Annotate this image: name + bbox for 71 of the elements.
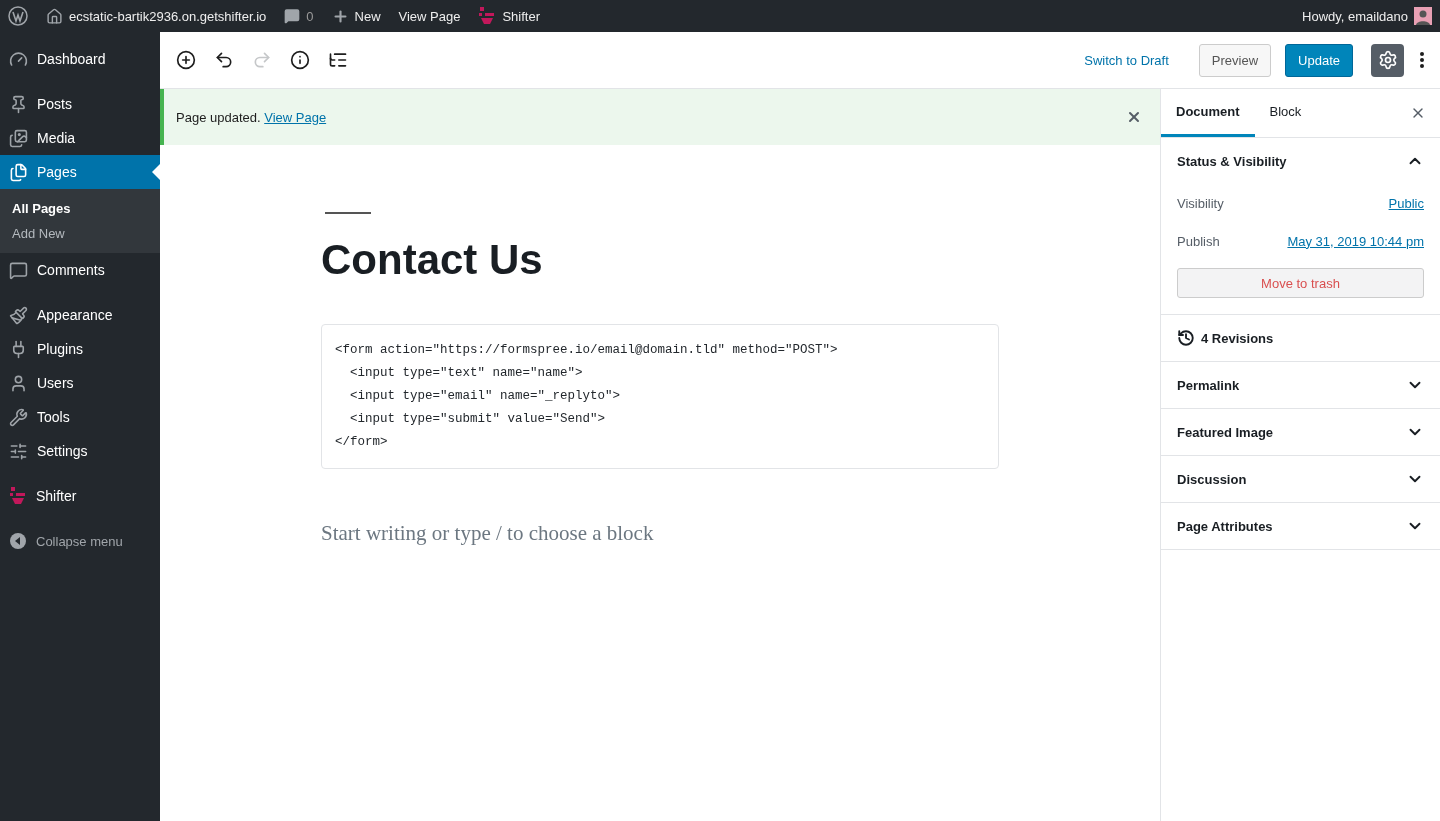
add-block-button[interactable]: [174, 48, 198, 72]
panel-header[interactable]: Discussion: [1177, 456, 1424, 502]
submenu-item[interactable]: Add New: [0, 221, 160, 246]
comments-count[interactable]: 0: [306, 8, 314, 24]
collapse-menu-button[interactable]: Collapse menu: [0, 524, 160, 558]
panel-header[interactable]: Featured Image: [1177, 409, 1424, 455]
settings-icon: [1377, 50, 1398, 70]
menu-item[interactable]: Appearance: [0, 298, 160, 332]
menu-item[interactable]: Pages: [0, 155, 160, 189]
sidebar-tab[interactable]: Block: [1254, 89, 1317, 137]
menu-item[interactable]: Posts: [0, 87, 160, 121]
close-icon: [1126, 109, 1142, 125]
info-icon: [290, 50, 310, 70]
shifter-logo-icon: [9, 486, 27, 506]
more-icon: [1420, 52, 1424, 68]
menu-item[interactable]: Plugins: [0, 332, 160, 366]
comment-icon: [284, 8, 301, 24]
menu-item[interactable]: Comments: [0, 253, 160, 287]
pages-icon: [9, 162, 28, 182]
menu-item[interactable]: Tools: [0, 400, 160, 434]
update-button[interactable]: Update: [1285, 43, 1353, 77]
history-icon: [1177, 329, 1195, 347]
list-icon: [328, 50, 348, 70]
code-block[interactable]: <form action="https://formspree.io/email@domain.tld" method="POST"> <input type="text" name="name"> <input type="email" name="_replyto"> <input type="submit" value="Send"> </form>: [321, 324, 999, 469]
view-page-link[interactable]: View Page: [398, 8, 461, 24]
comment-icon: [9, 260, 28, 280]
gauge-icon: [9, 49, 28, 69]
sidebar-tab[interactable]: Document: [1161, 89, 1255, 137]
plus-icon: [331, 7, 349, 25]
wordpress-logo-icon[interactable]: [8, 6, 28, 26]
menu-item[interactable]: Media: [0, 121, 160, 155]
more-button[interactable]: [1418, 50, 1426, 70]
info-button[interactable]: [288, 48, 312, 72]
preview-button[interactable]: Preview: [1198, 43, 1272, 77]
wrench-icon: [9, 407, 28, 427]
undo-icon: [214, 50, 234, 70]
greeting[interactable]: Howdy, emaildano: [1302, 8, 1408, 24]
menu-item[interactable]: Dashboard: [0, 42, 160, 76]
field-value-link[interactable]: Public: [1388, 195, 1424, 211]
shifter-logo-icon: [478, 6, 497, 26]
field-label: Publish: [1177, 233, 1220, 249]
menu-item[interactable]: Shifter: [0, 479, 160, 513]
images-icon: [9, 128, 28, 148]
view-page-link[interactable]: View Page: [264, 109, 327, 125]
page-title[interactable]: Contact Us: [321, 236, 999, 284]
site-link[interactable]: ecstatic-bartik2936.on.getshifter.io: [69, 8, 267, 24]
field-value-link[interactable]: May 31, 2019 10:44 pm: [1287, 233, 1424, 249]
panel-header[interactable]: Permalink: [1177, 362, 1424, 408]
paintbrush-icon: [9, 305, 28, 325]
plus-circle-icon: [176, 50, 196, 70]
settings-icon: [9, 441, 28, 461]
submenu-item[interactable]: All Pages: [0, 196, 160, 221]
menu-item[interactable]: Users: [0, 366, 160, 400]
menu-item[interactable]: Settings: [0, 434, 160, 468]
revisions-link[interactable]: 4 Revisions: [1177, 315, 1424, 361]
new-link[interactable]: New: [354, 8, 381, 24]
home-icon: [46, 7, 63, 25]
pin-icon: [9, 94, 28, 114]
avatar-icon: [1414, 7, 1432, 25]
panel-header[interactable]: Page Attributes: [1177, 503, 1424, 549]
field-label: Visibility: [1177, 195, 1224, 211]
collapse-icon: [9, 532, 27, 550]
panel-header[interactable]: Status & Visibility: [1177, 138, 1424, 184]
settings-button[interactable]: [1371, 43, 1404, 77]
shifter-link[interactable]: Shifter: [502, 8, 541, 24]
block-placeholder[interactable]: Start writing or type / to choose a block: [321, 521, 999, 546]
notice-text: Page updated. View Page: [176, 109, 328, 125]
move-to-trash-button[interactable]: Move to trash: [1177, 268, 1424, 298]
switch-to-draft-button[interactable]: Switch to Draft: [1078, 51, 1175, 69]
redo-icon: [252, 50, 272, 70]
user-icon: [9, 373, 28, 393]
